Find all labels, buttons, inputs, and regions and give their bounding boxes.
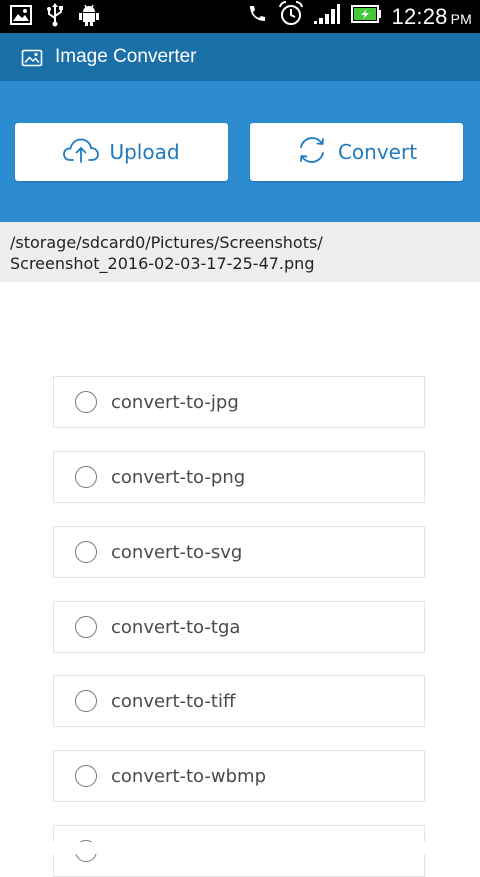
option-convert-to-jpg[interactable]: convert-to-jpg bbox=[53, 376, 425, 428]
bottom-edge bbox=[0, 842, 480, 854]
option-convert-to-tiff[interactable]: convert-to-tiff bbox=[53, 675, 425, 727]
option-label: convert-to-wbmp bbox=[111, 766, 267, 787]
option-convert-to-tga[interactable]: convert-to-tga bbox=[53, 601, 425, 653]
radio-button[interactable] bbox=[75, 690, 97, 712]
option-label: convert-to-png bbox=[111, 467, 246, 488]
option-label: convert-to-svg bbox=[111, 542, 243, 563]
radio-button[interactable] bbox=[75, 541, 97, 563]
conversion-options-list: convert-to-jpg convert-to-png convert-to… bbox=[0, 0, 480, 877]
option-label: convert-to-jpg bbox=[111, 392, 239, 413]
radio-button[interactable] bbox=[75, 765, 97, 787]
radio-button[interactable] bbox=[75, 616, 97, 638]
radio-button[interactable] bbox=[75, 466, 97, 488]
option-label: convert-to-tiff bbox=[111, 691, 236, 712]
option-convert-to-svg[interactable]: convert-to-svg bbox=[53, 526, 425, 578]
option-convert-to-png[interactable]: convert-to-png bbox=[53, 451, 425, 503]
option-label: convert-to-tga bbox=[111, 617, 241, 638]
option-convert-to-wbmp[interactable]: convert-to-wbmp bbox=[53, 750, 425, 802]
radio-button[interactable] bbox=[75, 391, 97, 413]
